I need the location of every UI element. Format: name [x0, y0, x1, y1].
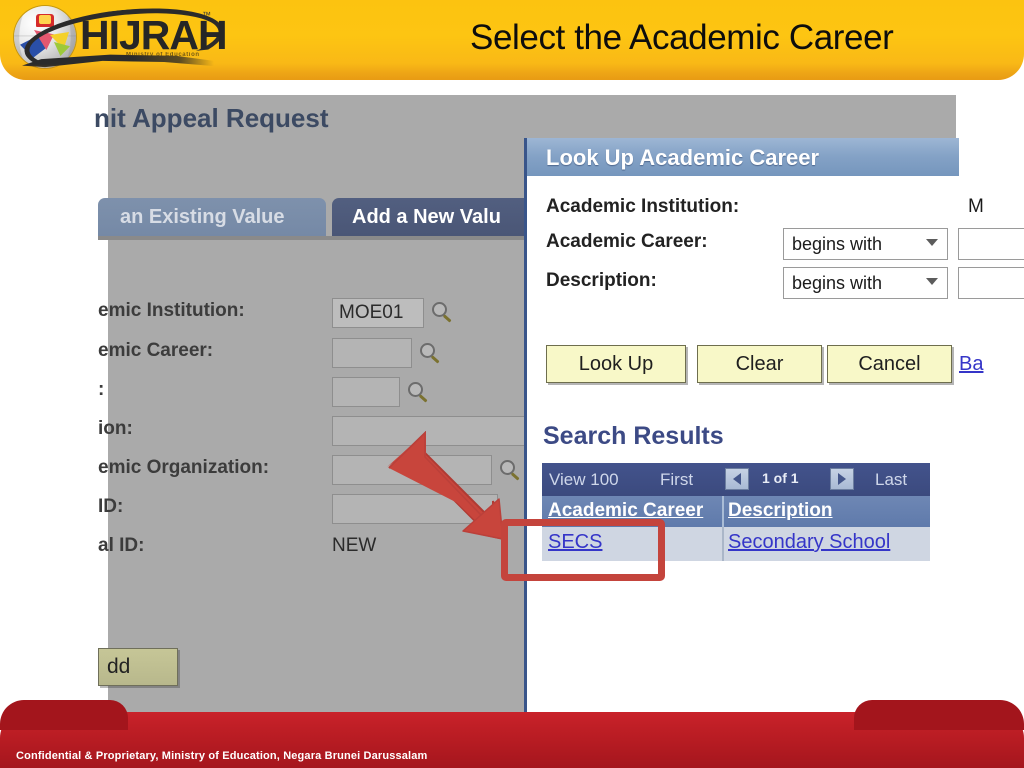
page-title: nit Appeal Request	[94, 103, 329, 133]
form-row-appeal-id: al ID: NEW	[98, 533, 568, 563]
label-description: ion:	[98, 418, 133, 439]
look-up-button-label: Look Up	[578, 352, 654, 375]
input-third-field[interactable]	[332, 377, 400, 407]
form-row-academic-organization: emic Organization:	[98, 455, 568, 485]
first-page-link[interactable]: First	[660, 470, 693, 490]
results-pagination-bar: View 100 First 1 of 1 Last	[542, 463, 930, 496]
input-academic-career[interactable]	[332, 338, 412, 368]
footer-accent-right	[854, 700, 1024, 730]
label-academic-organization: emic Organization:	[98, 457, 270, 478]
header-shadow	[0, 64, 1024, 80]
last-page-link[interactable]: Last	[875, 470, 907, 490]
search-results-grid: View 100 First 1 of 1 Last Academic Care…	[542, 463, 930, 561]
lookup-operator-select-description[interactable]: begins with	[783, 267, 948, 299]
column-divider	[722, 496, 724, 527]
lookup-operator-career-value: begins with	[792, 233, 883, 254]
chevron-down-icon	[926, 239, 938, 246]
label-academic-institution: emic Institution:	[98, 300, 245, 321]
logo-tagline: Ministry of Education	[126, 52, 200, 58]
lookup-label-institution: Academic Institution:	[546, 196, 740, 217]
view-count-label[interactable]: View 100	[549, 470, 619, 490]
lookup-input-career[interactable]	[958, 228, 1024, 260]
input-description[interactable]	[332, 416, 535, 446]
table-row[interactable]: SECS Secondary School	[542, 527, 930, 561]
lookup-input-description[interactable]	[958, 267, 1024, 299]
chevron-down-icon	[926, 278, 938, 285]
lookup-magnifier-icon-career[interactable]	[420, 343, 442, 365]
add-button-label: dd	[107, 655, 131, 678]
lookup-magnifier-icon-institution[interactable]	[432, 302, 454, 324]
lookup-operator-description-value: begins with	[792, 272, 883, 293]
footer-accent-left	[0, 700, 128, 730]
lookup-academic-career-dialog: Look Up Academic Career Academic Institu…	[524, 138, 1024, 716]
column-header-description[interactable]: Description	[728, 500, 833, 522]
page-count-label: 1 of 1	[762, 470, 799, 486]
lookup-dialog-header: Look Up Academic Career	[527, 138, 959, 176]
lookup-row-institution: Academic Institution: M	[546, 193, 1016, 223]
results-header-row: Academic Career Description	[542, 496, 930, 527]
look-up-button[interactable]: Look Up	[546, 345, 686, 383]
value-academic-institution: MOE01	[339, 302, 404, 323]
lookup-magnifier-icon-third[interactable]	[408, 382, 430, 404]
input-academic-institution[interactable]: MOE01	[332, 298, 424, 328]
slide-title: Select the Academic Career	[470, 18, 894, 57]
value-appeal-id: NEW	[332, 535, 377, 556]
input-academic-organization[interactable]	[332, 455, 492, 485]
clear-button-label: Clear	[735, 352, 784, 375]
form-row-id: ID:	[98, 494, 568, 524]
input-id[interactable]	[332, 494, 498, 524]
form-row-description: ion:	[98, 416, 568, 446]
lookup-row-career: Academic Career: begins with	[546, 228, 1024, 260]
lookup-label-career: Academic Career:	[546, 231, 708, 252]
slide-footer: Confidential & Proprietary, Ministry of …	[0, 700, 1024, 768]
lookup-magnifier-icon-organization[interactable]	[500, 460, 522, 482]
result-link-academic-career[interactable]: SECS	[548, 531, 602, 554]
label-appeal-id: al ID:	[98, 535, 145, 556]
column-header-academic-career[interactable]: Academic Career	[548, 500, 703, 522]
tab-find-existing-value[interactable]: an Existing Value	[98, 198, 326, 236]
cell-divider	[722, 527, 724, 561]
basic-lookup-link[interactable]: Ba	[959, 353, 983, 376]
form-row-academic-institution: emic Institution: MOE01	[98, 298, 568, 328]
label-academic-career: emic Career:	[98, 340, 214, 361]
add-button[interactable]: dd	[98, 648, 178, 686]
tab-find-existing-value-label: an Existing Value	[120, 205, 285, 228]
form-row-academic-career: emic Career:	[98, 338, 568, 368]
lookup-operator-select-career[interactable]: begins with	[783, 228, 948, 260]
next-page-arrow-icon[interactable]	[830, 468, 854, 490]
previous-page-arrow-icon[interactable]	[725, 468, 749, 490]
cancel-button[interactable]: Cancel	[827, 345, 952, 383]
search-results-heading: Search Results	[543, 422, 724, 450]
footer-confidentiality-notice: Confidential & Proprietary, Ministry of …	[16, 750, 428, 762]
lookup-row-description: Description: begins with	[546, 267, 1024, 299]
lookup-dialog-title: Look Up Academic Career	[546, 145, 820, 170]
tab-underline	[98, 236, 558, 240]
clear-button[interactable]: Clear	[697, 345, 822, 383]
result-link-description[interactable]: Secondary School	[728, 531, 890, 554]
label-id: ID:	[98, 496, 124, 517]
trademark-symbol: ™	[202, 10, 211, 20]
slide-header: HIJRAH ™ Ministry of Education Select th…	[0, 0, 1024, 80]
cancel-button-label: Cancel	[858, 352, 921, 375]
lookup-value-institution: M	[968, 196, 984, 217]
label-third-field: :	[98, 379, 105, 400]
form-row-third-field: :	[98, 377, 568, 407]
tab-add-new-value-label: Add a New Valu	[352, 205, 501, 228]
lookup-label-description: Description:	[546, 270, 657, 291]
